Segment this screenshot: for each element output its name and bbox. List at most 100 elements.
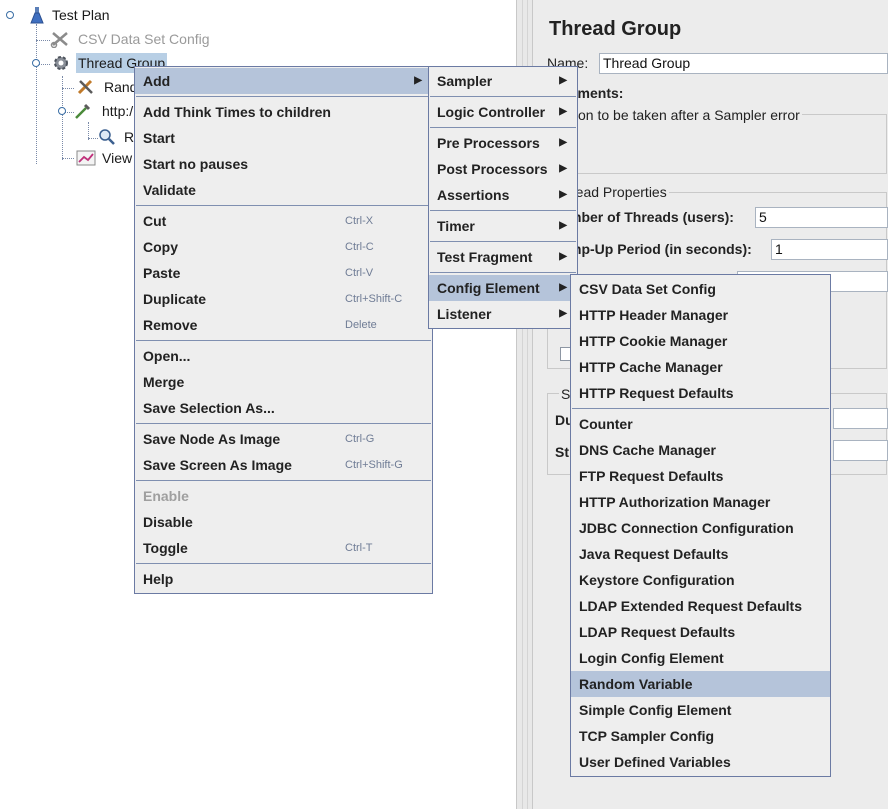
tree-node-csv-data-set-config[interactable]: CSV Data Set Config [50,29,250,49]
tree-node-http-request[interactable]: http:/ [56,101,136,121]
magnifier-icon [98,128,116,146]
menu-item-label: Toggle [143,540,188,556]
menu-item-label: Disable [143,514,193,530]
add-item-sampler[interactable]: Sampler ▶ [429,68,577,94]
rampup-label: mp-Up Period (in seconds): [569,241,752,257]
menu-item-save-screen-as-image[interactable]: Save Screen As Image Ctrl+Shift-G [135,452,432,478]
add-item-pre-processors[interactable]: Pre Processors ▶ [429,130,577,156]
config-item-csv-data-set-config[interactable]: CSV Data Set Config [571,276,830,302]
menu-item-open[interactable]: Open... [135,343,432,369]
add-item-listener[interactable]: Listener ▶ [429,301,577,327]
config-item-login-config-element[interactable]: Login Config Element [571,645,830,671]
context-menu: Add ▶ Add Think Times to children Start Star… [134,66,433,594]
shortcut-hint: Ctrl+Shift-C [345,293,403,305]
menu-item-add[interactable]: Add ▶ [135,68,432,94]
menu-item-label: Java Request Defaults [579,546,729,562]
submenu-arrow-icon: ▶ [559,251,567,262]
add-item-config-element[interactable]: Config Element ▶ [429,275,577,301]
menu-item-copy[interactable]: Copy Ctrl-C [135,234,432,260]
menu-separator [430,241,576,242]
menu-item-validate[interactable]: Validate [135,177,432,203]
menu-separator [136,423,431,424]
menu-item-start-no-pauses[interactable]: Start no pauses [135,151,432,177]
add-item-post-processors[interactable]: Post Processors ▶ [429,156,577,182]
config-item-http-authorization-manager[interactable]: HTTP Authorization Manager [571,489,830,515]
menu-item-label: Help [143,571,174,587]
add-item-test-fragment[interactable]: Test Fragment ▶ [429,244,577,270]
scissors-icon [50,30,70,49]
menu-item-enable[interactable]: Enable [135,483,432,509]
submenu-arrow-icon: ▶ [559,137,567,148]
name-field[interactable]: Thread Group [599,53,888,74]
tools-icon [76,78,96,96]
sampler-error-group [547,114,887,174]
config-item-dns-cache-manager[interactable]: DNS Cache Manager [571,437,830,463]
menu-item-paste[interactable]: Paste Ctrl-V [135,260,432,286]
config-item-http-cookie-manager[interactable]: HTTP Cookie Manager [571,328,830,354]
config-item-random-variable[interactable]: Random Variable [571,671,830,697]
menu-item-help[interactable]: Help [135,566,432,592]
rampup-field[interactable]: 1 [771,239,888,260]
menu-item-merge[interactable]: Merge [135,369,432,395]
menu-item-label: LDAP Request Defaults [579,624,736,640]
config-item-ldap-request-defaults[interactable]: LDAP Request Defaults [571,619,830,645]
submenu-arrow-icon: ▶ [559,163,567,174]
menu-item-cut[interactable]: Cut Ctrl-X [135,208,432,234]
tree-node-view-results[interactable]: View [76,148,136,168]
menu-item-toggle[interactable]: Toggle Ctrl-T [135,535,432,561]
menu-item-label: Login Config Element [579,650,724,666]
config-item-keystore-configuration[interactable]: Keystore Configuration [571,567,830,593]
menu-item-save-node-as-image[interactable]: Save Node As Image Ctrl-G [135,426,432,452]
menu-item-label: Duplicate [143,291,207,307]
add-item-logic-controller[interactable]: Logic Controller ▶ [429,99,577,125]
threads-field[interactable]: 5 [755,207,888,228]
menu-item-save-selection-as[interactable]: Save Selection As... [135,395,432,421]
menu-item-label: Validate [143,182,196,198]
menu-item-label: LDAP Extended Request Defaults [579,598,803,614]
menu-item-remove[interactable]: Remove Delete [135,312,432,338]
menu-item-label: HTTP Cookie Manager [579,333,728,349]
menu-item-label: Sampler [437,73,493,89]
graph-icon [76,149,96,167]
config-item-ftp-request-defaults[interactable]: FTP Request Defaults [571,463,830,489]
menu-item-label: FTP Request Defaults [579,468,724,484]
menu-item-duplicate[interactable]: Duplicate Ctrl+Shift-C [135,286,432,312]
menu-item-label: HTTP Request Defaults [579,385,734,401]
config-item-http-cache-manager[interactable]: HTTP Cache Manager [571,354,830,380]
expand-handle-icon[interactable] [32,59,40,67]
tree-node-regex-extractor[interactable]: R [98,127,138,147]
startup-delay-field[interactable] [833,440,888,461]
add-item-timer[interactable]: Timer ▶ [429,213,577,239]
config-item-simple-config-element[interactable]: Simple Config Element [571,697,830,723]
thread-properties-label: read Properties [569,184,669,200]
tree-node-random-variable[interactable]: Rand [76,77,137,97]
pipette-icon [74,102,92,120]
menu-item-label: Start no pauses [143,156,249,172]
menu-item-start[interactable]: Start [135,125,432,151]
config-item-user-defined-variables[interactable]: User Defined Variables [571,749,830,775]
menu-item-label: Pre Processors [437,135,540,151]
duration-field[interactable] [833,408,888,429]
config-item-ldap-extended-request-defaults[interactable]: LDAP Extended Request Defaults [571,593,830,619]
shortcut-hint: Ctrl-C [345,241,374,253]
threads-label: mber of Threads (users): [569,209,734,225]
submenu-arrow-icon: ▶ [559,189,567,200]
shortcut-hint: Ctrl-X [345,215,374,227]
config-item-tcp-sampler-config[interactable]: TCP Sampler Config [571,723,830,749]
menu-item-label: Add Think Times to children [143,104,331,120]
config-item-jdbc-connection-configuration[interactable]: JDBC Connection Configuration [571,515,830,541]
expand-handle-icon[interactable] [58,107,66,115]
menu-separator [136,480,431,481]
add-item-assertions[interactable]: Assertions ▶ [429,182,577,208]
expand-handle-icon[interactable] [6,11,14,19]
config-item-http-request-defaults[interactable]: HTTP Request Defaults [571,380,830,406]
config-item-counter[interactable]: Counter [571,411,830,437]
menu-item-add-think-times-to-children[interactable]: Add Think Times to children [135,99,432,125]
menu-item-disable[interactable]: Disable [135,509,432,535]
config-item-http-header-manager[interactable]: HTTP Header Manager [571,302,830,328]
config-item-java-request-defaults[interactable]: Java Request Defaults [571,541,830,567]
menu-item-label: Logic Controller [437,104,546,120]
tree-node-test-plan[interactable]: Test Plan [4,5,204,25]
menu-separator [136,205,431,206]
menu-item-label: Start [143,130,175,146]
